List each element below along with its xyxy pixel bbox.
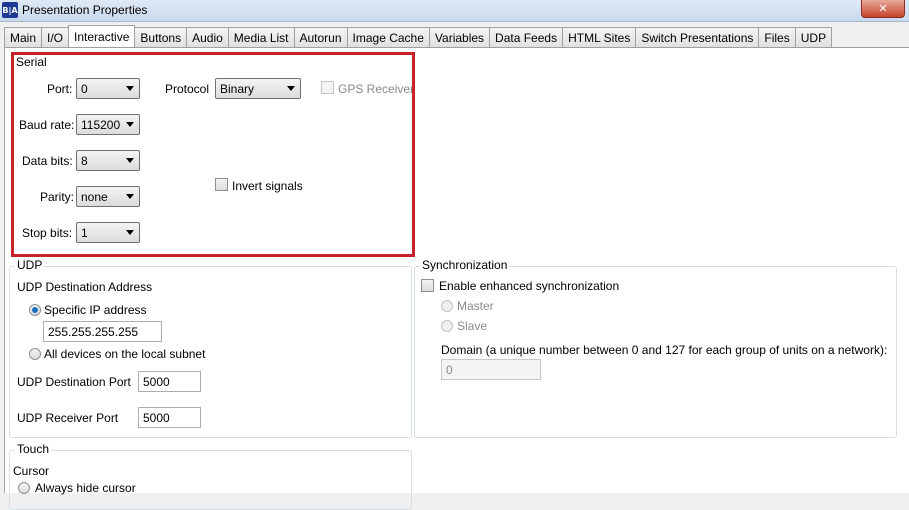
data-bits-label: Data bits:	[22, 154, 73, 168]
app-icon: B|A	[2, 2, 18, 18]
touch-group: Touch Cursor Always hide cursor	[9, 442, 412, 510]
tab-buttons[interactable]: Buttons	[134, 27, 188, 47]
enable-sync-label: Enable enhanced synchronization	[439, 279, 620, 293]
serial-group: Serial Port: 0 Protocol Binary GPS Recei…	[11, 55, 415, 254]
window-title: Presentation Properties	[22, 3, 148, 17]
baud-rate-label: Baud rate:	[19, 118, 75, 132]
parity-select[interactable]: none	[76, 186, 140, 207]
udp-destination-port-input[interactable]: 5000	[138, 371, 201, 392]
master-label: Master	[457, 299, 494, 313]
protocol-label: Protocol	[165, 82, 210, 96]
close-button[interactable]: ✕	[861, 0, 905, 18]
tab-main[interactable]: Main	[4, 27, 43, 47]
protocol-select[interactable]: Binary	[215, 78, 301, 99]
stop-bits-value: 1	[81, 225, 88, 240]
port-value: 0	[81, 81, 88, 96]
synchronization-group: Synchronization Enable enhanced synchron…	[414, 258, 897, 438]
tab-udp[interactable]: UDP	[794, 27, 833, 47]
udp-destination-address-label: UDP Destination Address	[17, 280, 153, 294]
title-bar: B|A Presentation Properties ✕	[0, 0, 909, 22]
ip-address-input[interactable]: 255.255.255.255	[43, 321, 162, 342]
serial-group-title: Serial	[16, 55, 47, 69]
gps-receiver-checkbox[interactable]	[321, 81, 334, 94]
tab-files[interactable]: Files	[758, 27, 796, 47]
specific-ip-label: Specific IP address	[44, 303, 147, 317]
specific-ip-radio[interactable]	[29, 304, 41, 316]
parity-label: Parity:	[40, 190, 75, 204]
baud-rate-value: 115200	[81, 117, 121, 132]
udp-receiver-port-label: UDP Receiver Port	[17, 411, 119, 425]
cursor-label: Cursor	[13, 464, 50, 478]
tab-html-sites[interactable]: HTML Sites	[562, 27, 637, 47]
master-radio[interactable]	[441, 300, 453, 312]
data-bits-select[interactable]: 8	[76, 150, 140, 171]
chevron-down-icon	[126, 158, 134, 163]
baud-rate-select[interactable]: 115200	[76, 114, 140, 135]
always-hide-cursor-radio[interactable]	[18, 482, 30, 494]
tab-variables[interactable]: Variables	[428, 27, 491, 47]
slave-label: Slave	[457, 319, 488, 333]
touch-group-title: Touch	[15, 442, 52, 456]
close-icon: ✕	[878, 3, 888, 15]
tab-autorun[interactable]: Autorun	[293, 27, 348, 47]
enable-sync-checkbox[interactable]	[421, 279, 434, 292]
port-select[interactable]: 0	[76, 78, 140, 99]
tab-io[interactable]: I/O	[41, 27, 70, 47]
tab-content: Serial Port: 0 Protocol Binary GPS Recei…	[4, 47, 909, 510]
invert-signals-checkbox[interactable]	[215, 178, 228, 191]
all-devices-label: All devices on the local subnet	[44, 347, 206, 361]
tab-switch-presentations[interactable]: Switch Presentations	[635, 27, 760, 47]
domain-label: Domain (a unique number between 0 and 12…	[441, 343, 888, 357]
stop-bits-label: Stop bits:	[22, 226, 73, 240]
tab-strip: Main I/O Interactive Buttons Audio Media…	[4, 25, 833, 47]
protocol-value: Binary	[220, 81, 255, 96]
tab-media-list[interactable]: Media List	[227, 27, 295, 47]
chevron-down-icon	[126, 122, 134, 127]
domain-input[interactable]: 0	[441, 359, 541, 380]
gps-receiver-label: GPS Receiver	[338, 82, 415, 96]
chevron-down-icon	[126, 86, 134, 91]
chevron-down-icon	[126, 194, 134, 199]
tab-data-feeds[interactable]: Data Feeds	[489, 27, 564, 47]
tab-image-cache[interactable]: Image Cache	[346, 27, 430, 47]
data-bits-value: 8	[81, 153, 88, 168]
udp-receiver-port-input[interactable]: 5000	[138, 407, 201, 428]
udp-group-title: UDP	[15, 258, 45, 272]
invert-signals-label: Invert signals	[232, 179, 303, 193]
tab-interactive[interactable]: Interactive	[68, 25, 136, 47]
slave-radio[interactable]	[441, 320, 453, 332]
chevron-down-icon	[287, 86, 295, 91]
port-label: Port:	[47, 82, 73, 96]
tab-audio[interactable]: Audio	[186, 27, 229, 47]
stop-bits-select[interactable]: 1	[76, 222, 140, 243]
synchronization-group-title: Synchronization	[420, 258, 510, 272]
udp-destination-port-label: UDP Destination Port	[17, 375, 131, 389]
udp-group: UDP UDP Destination Address Specific IP …	[9, 258, 412, 438]
parity-value: none	[81, 189, 108, 204]
all-devices-radio[interactable]	[29, 348, 41, 360]
chevron-down-icon	[126, 230, 134, 235]
